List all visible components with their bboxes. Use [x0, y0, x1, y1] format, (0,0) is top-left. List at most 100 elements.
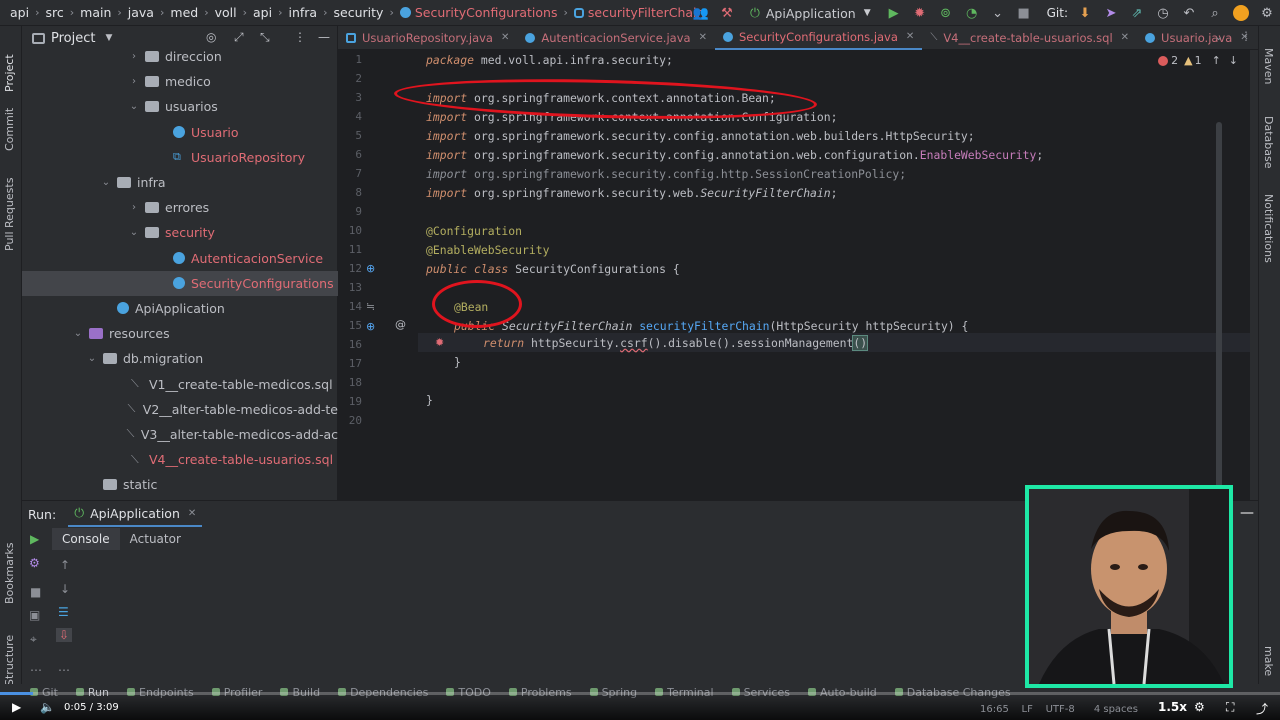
stop-icon[interactable]: ■ [30, 585, 41, 599]
run-tab[interactable]: ⏻ ApiApplication ✕ [68, 501, 203, 527]
more-icon[interactable]: ⋯ [30, 663, 42, 677]
expand-icon[interactable]: ⤢ [234, 30, 244, 45]
camera-icon[interactable]: ▣ [29, 608, 40, 622]
tree-item[interactable]: ⟍ V1__create-table-medicos.sql [22, 371, 338, 396]
editor-tab[interactable]: AutenticacionService.java ✕ [517, 26, 715, 50]
fullscreen-icon[interactable]: ⛶ [1226, 700, 1234, 715]
collapse-icon[interactable]: ⤡ [260, 30, 270, 45]
tree-item[interactable]: ApiApplication [22, 296, 338, 321]
tabs-more-icon[interactable]: ⌄ [1214, 30, 1223, 43]
make-tool-label[interactable]: make [1262, 646, 1275, 676]
editor-tab[interactable]: ⟍ V4__create-table-usuarios.sql ✕ [922, 26, 1137, 50]
target-icon[interactable]: ◎ [206, 30, 216, 44]
pull-requests-tool-label[interactable]: Pull Requests [3, 178, 16, 251]
video-progress-track[interactable] [0, 692, 1280, 695]
pin-icon[interactable]: ⌖ [30, 632, 37, 647]
tree-item[interactable]: AutenticacionService [22, 246, 338, 271]
tree-item[interactable]: › medico [22, 69, 338, 94]
editor-scrollbar[interactable] [1216, 122, 1222, 528]
tree-item[interactable]: ⟍ V4__create-table-usuarios.sql [22, 447, 338, 472]
hide-icon[interactable]: — [318, 30, 330, 44]
arrow-up-icon[interactable]: ↑ [1212, 54, 1221, 67]
bulb-warning-icon[interactable]: ✹ [435, 336, 444, 349]
close-icon[interactable]: ✕ [699, 32, 707, 43]
more-run-icon[interactable]: ⌄ [987, 2, 1009, 24]
avatar-icon[interactable] [1230, 2, 1252, 24]
close-icon[interactable]: ✕ [1121, 32, 1129, 43]
bean-gutter-icon[interactable]: ⊕ [366, 320, 375, 333]
breadcrumb-item[interactable]: voll [215, 5, 237, 20]
share-icon[interactable]: ⤴ [1256, 700, 1268, 717]
git-push-icon[interactable]: ⇗ [1126, 2, 1148, 24]
breadcrumb-method[interactable]: securityFilterChain [588, 5, 705, 20]
close-icon[interactable]: ✕ [906, 31, 914, 42]
git-commit-icon[interactable]: ➤ [1100, 2, 1122, 24]
run-subtab[interactable]: Console [52, 528, 120, 550]
editor-tab[interactable]: Usuario.java ✕ [1137, 26, 1257, 50]
tree-item[interactable]: ⌄ usuarios [22, 94, 338, 119]
editor-tab[interactable]: SecurityConfigurations.java ✕ [714, 26, 923, 50]
volume-icon[interactable]: 🔈 [40, 700, 55, 714]
tree-item[interactable]: ⟍ V3__alter-table-medicos-add-ac [22, 422, 338, 447]
maven-tool-label[interactable]: Maven [1262, 48, 1275, 84]
soft-wrap-icon[interactable]: ☰ [58, 605, 69, 619]
tree-item[interactable]: › direccion [22, 44, 338, 69]
settings-gear-icon[interactable]: ⚙ [1194, 700, 1205, 714]
git-history-icon[interactable]: ◷ [1152, 2, 1174, 24]
code-editor[interactable]: 1 2 3 4 5 6 7 8 9 10 11 12 13 14 15 16 17 18 19 20 ⊕ ⊕ @ ≒ … [338, 50, 1250, 528]
notifications-tool-label[interactable]: Notifications [1262, 194, 1275, 263]
breadcrumb-item[interactable]: med [170, 5, 198, 20]
settings-icon[interactable]: ⚙ [29, 556, 40, 570]
breadcrumb-item[interactable]: main [80, 5, 111, 20]
breadcrumb-item[interactable]: api [10, 5, 29, 20]
settings-gear-icon[interactable]: ⚙ [1256, 2, 1278, 24]
play-icon[interactable]: ▶ [12, 700, 21, 714]
tree-item[interactable]: ⌄ infra [22, 170, 338, 195]
tree-item[interactable]: ⧉ UsuarioRepository [22, 145, 338, 170]
minimize-icon[interactable]: — [1240, 505, 1254, 521]
database-tool-label[interactable]: Database [1262, 116, 1275, 169]
structure-tool-label[interactable]: Structure [3, 635, 16, 686]
inspection-indicator[interactable]: 2 ▲ 1 ↑ ↓ [1158, 54, 1238, 67]
tabs-options-icon[interactable]: ⋮ [1240, 29, 1252, 43]
breadcrumb-item[interactable]: src [45, 5, 63, 20]
close-icon[interactable]: ✕ [188, 508, 196, 519]
rerun-icon[interactable]: ▶ [30, 532, 39, 546]
build-hammer-icon[interactable]: ⚒ [716, 2, 738, 24]
breadcrumb-item[interactable]: security [334, 5, 384, 20]
playback-speed[interactable]: 1.5x [1158, 700, 1187, 714]
arrow-down-icon[interactable]: ↓ [1229, 54, 1238, 67]
tree-item[interactable]: ⌄ db.migration [22, 346, 338, 371]
bean-gutter-icon[interactable]: ⊕ [366, 262, 375, 275]
run-icon[interactable]: ▶ [883, 2, 905, 24]
tree-item[interactable]: SecurityConfigurations [22, 270, 338, 296]
tree-item[interactable]: Usuario [22, 120, 338, 145]
rollback-icon[interactable]: ↶ [1178, 2, 1200, 24]
profile-icon[interactable]: ◔ [961, 2, 983, 24]
project-tool-label[interactable]: Project [3, 54, 16, 92]
bookmarks-tool-label[interactable]: Bookmarks [3, 543, 16, 604]
breadcrumb-item[interactable]: api [253, 5, 272, 20]
debug-icon[interactable]: ✹ [909, 2, 931, 24]
tree-item[interactable]: › errores [22, 195, 338, 220]
editor-tab[interactable]: UsuarioRepository.java ✕ [338, 26, 517, 50]
git-update-icon[interactable]: ⬇ [1074, 2, 1096, 24]
chevron-down-icon[interactable]: ▼ [105, 33, 112, 43]
coverage-icon[interactable]: ⊚ [935, 2, 957, 24]
user-icon[interactable]: 👥 [690, 2, 712, 24]
scroll-up-icon[interactable]: ↑ [60, 558, 70, 572]
at-gutter-icon[interactable]: @ [395, 318, 406, 331]
tree-item[interactable]: ⌄ security [22, 220, 338, 245]
close-icon[interactable]: ✕ [501, 32, 509, 43]
scroll-down-icon[interactable]: ↓ [60, 582, 70, 596]
breadcrumb-file[interactable]: SecurityConfigurations [415, 5, 558, 20]
options-icon[interactable]: ⋮ [294, 30, 306, 44]
stop-icon[interactable]: ■ [1013, 2, 1035, 24]
tree-item[interactable]: static [22, 472, 338, 497]
search-icon[interactable]: ⌕ [1204, 2, 1226, 24]
commit-tool-label[interactable]: Commit [3, 108, 16, 151]
run-subtab[interactable]: Actuator [120, 528, 191, 550]
tree-item[interactable]: ⌄ resources [22, 321, 338, 346]
breadcrumb-item[interactable]: java [128, 5, 154, 20]
breadcrumb-item[interactable]: infra [289, 5, 318, 20]
